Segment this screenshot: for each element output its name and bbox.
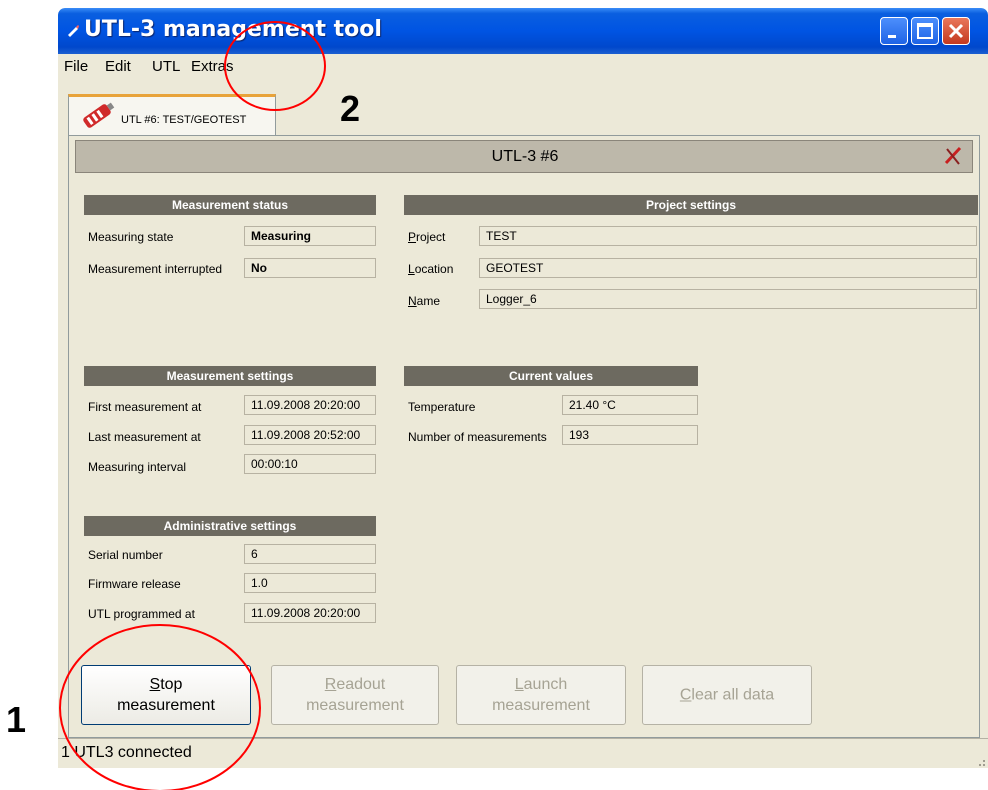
annotation-number-1: 1 [6, 699, 27, 740]
annotation-circle-extras [224, 21, 326, 111]
annotation-overlay [59, 21, 326, 790]
annotation-circle-stop [59, 624, 261, 790]
annotation-number-2: 2 [340, 88, 361, 129]
